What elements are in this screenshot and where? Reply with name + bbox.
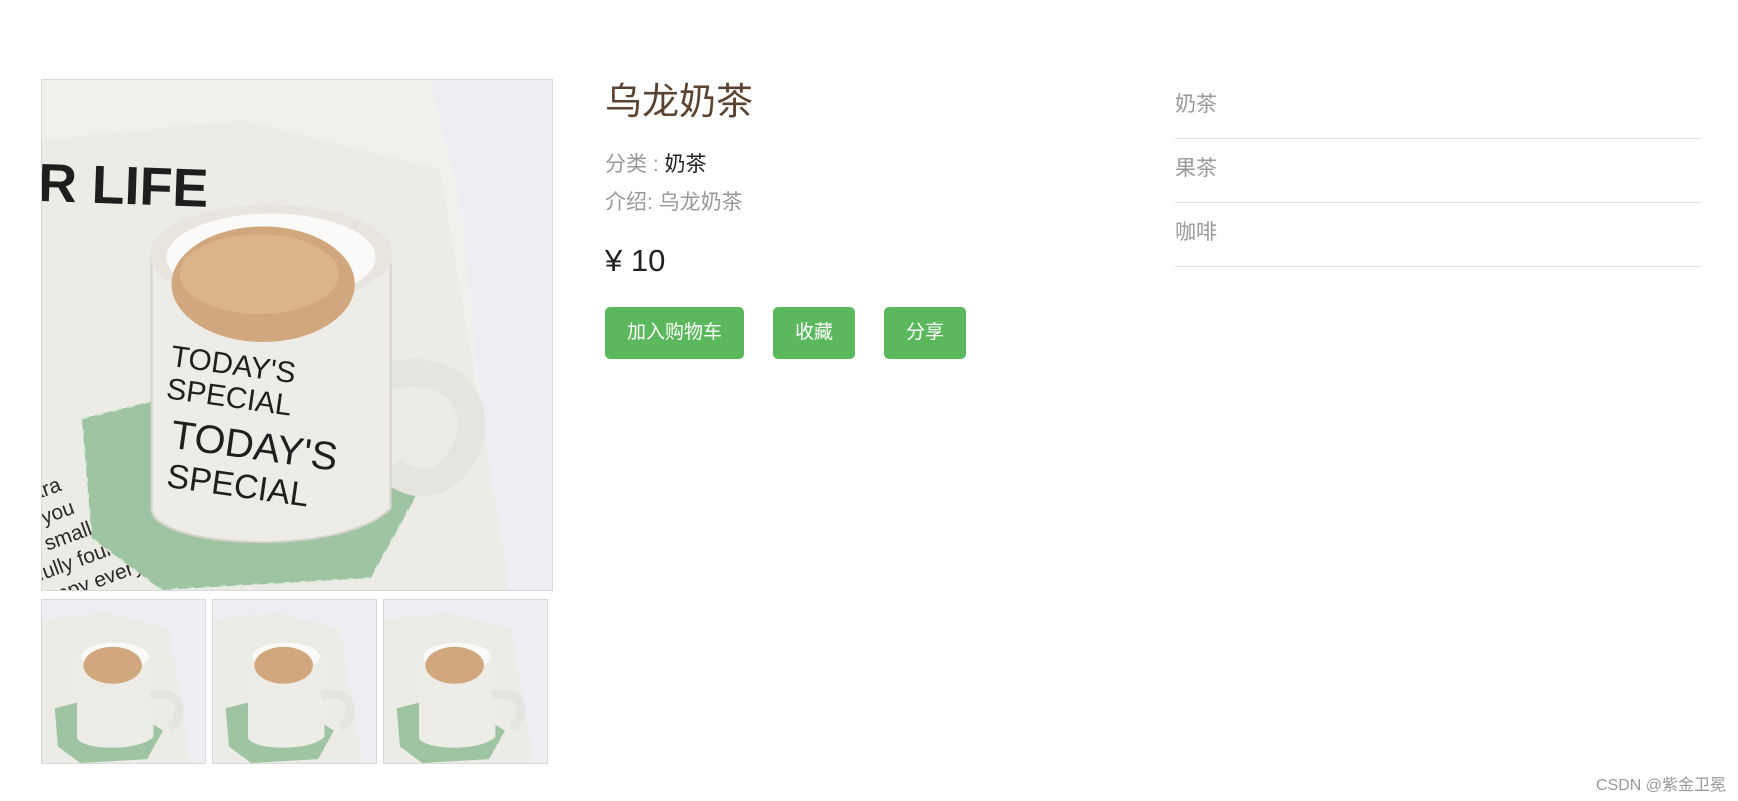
category-row: 分类 : 奶茶 xyxy=(605,150,707,180)
thumbnail-strip xyxy=(41,599,548,764)
category-menu-item-coffee[interactable]: 咖啡 xyxy=(1175,203,1701,267)
watermark: CSDN @紫金卫冕 xyxy=(1595,777,1726,794)
thumbnail-1[interactable] xyxy=(41,599,206,764)
category-value: 奶茶 xyxy=(664,153,707,176)
thumbnail-2[interactable] xyxy=(212,599,377,764)
product-price: ¥ 10 xyxy=(605,243,666,278)
svg-text:R LIFE: R LIFE xyxy=(42,153,209,219)
product-main-image: R LIFE chara d, you n small fully foun a… xyxy=(41,79,553,591)
category-label: 分类 : xyxy=(605,153,665,176)
thumbnail-3[interactable] xyxy=(383,599,548,764)
share-button[interactable]: 分享 xyxy=(884,307,967,359)
action-buttons: 加入购物车 收藏 分享 xyxy=(605,307,967,359)
favorite-button[interactable]: 收藏 xyxy=(773,307,856,359)
intro-label: 介绍: xyxy=(605,191,659,214)
category-menu-item-milk-tea[interactable]: 奶茶 xyxy=(1175,75,1701,139)
product-title: 乌龙奶茶 xyxy=(605,81,753,122)
category-menu-item-fruit-tea[interactable]: 果茶 xyxy=(1175,139,1701,203)
add-to-cart-button[interactable]: 加入购物车 xyxy=(605,307,745,359)
product-detail-page: R LIFE chara d, you n small fully foun a… xyxy=(0,0,1738,801)
cup-thumbnail-image xyxy=(384,600,547,763)
cup-thumbnail-image xyxy=(213,600,376,763)
intro-value: 乌龙奶茶 xyxy=(658,191,743,214)
cup-thumbnail-image xyxy=(42,600,205,763)
intro-row: 介绍: 乌龙奶茶 xyxy=(605,188,743,218)
category-menu: 奶茶 果茶 咖啡 xyxy=(1175,75,1701,267)
